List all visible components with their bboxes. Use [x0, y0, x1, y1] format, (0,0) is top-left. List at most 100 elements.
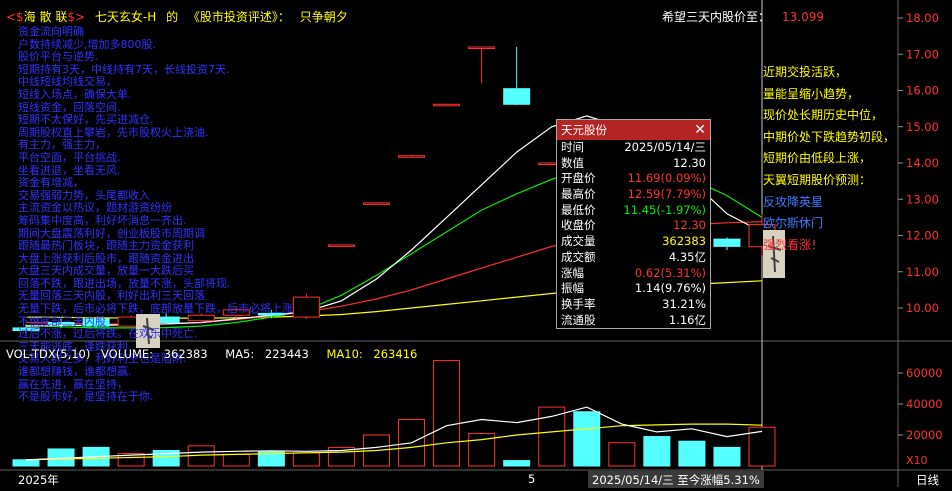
indicator-name[interactable]: VOL-TDX(5,10)	[6, 347, 90, 361]
forecast-line: 天翼短期股价预测：	[763, 172, 872, 187]
info-row-value: 4.35亿	[668, 249, 706, 264]
info-row-value: 362383	[662, 234, 706, 249]
info-row: 最高价 12.59(7.79%)	[557, 187, 710, 203]
price-tick-label: 15.00	[906, 120, 939, 134]
author-name: 七天玄女-H	[94, 10, 157, 24]
annotation-line: 大盘三天内成交量，放量一大跌后买	[18, 265, 194, 278]
annotation-line: 资金有增减，	[18, 177, 84, 190]
info-row: 流通股 1.16亿	[557, 313, 710, 329]
annotation-line: 主流资金以热议，题材游资纷纷	[18, 202, 172, 215]
target-price-label: 希望三天内股价至： 13.099	[662, 8, 824, 25]
candle-body	[398, 155, 426, 158]
info-row: 涨幅 0.62(5.31%)	[557, 266, 710, 282]
info-row: 开盘价 11.69(0.09%)	[557, 171, 710, 187]
volume-bar	[12, 459, 40, 467]
volume-tick-label: 40000	[906, 397, 943, 411]
volume-unit-label: X10	[906, 454, 928, 467]
annotation-line: 跟随最热门板块，跟随主力资金获利	[18, 240, 194, 253]
volume-bar	[573, 411, 601, 467]
target-price-value: 13.099	[782, 10, 825, 24]
annotation-line: 无量回落三天内股，利好出利三天回落	[18, 290, 205, 303]
forecast-line: 强烈看涨！	[763, 237, 824, 252]
annotation-line: 有主力，强主力，	[18, 139, 106, 152]
candle-body	[327, 244, 355, 247]
price-tick-label: 16.00	[906, 84, 939, 98]
info-row-value: 31.21%	[662, 296, 706, 311]
chart-stage: 10.00 11.00 12.00 13.00 14.00 15.00 16.00 17.00…	[0, 0, 952, 488]
info-row-label: 数值	[561, 155, 584, 170]
candle-body	[503, 88, 531, 105]
author-of: 的	[166, 10, 179, 24]
info-row-label: 最高价	[561, 187, 596, 202]
ma10-readout: MA10: 263416	[326, 347, 418, 361]
annotation-line: 户数持续减少,增加多800股.	[18, 38, 156, 51]
info-row-label: 最低价	[561, 202, 596, 217]
price-tick-label: 11.00	[906, 265, 939, 279]
stock-name: 天元股份	[561, 123, 607, 137]
volume-bar	[608, 442, 636, 467]
annotation-line: 短期不太保好，先买进减仓.	[18, 114, 154, 127]
ma5-readout: MA5: 223443	[225, 347, 309, 361]
candle-body	[362, 202, 390, 205]
brand-logo: <$海 散 联$>	[6, 10, 86, 24]
info-row-value: 11.69(0.09%)	[627, 171, 706, 186]
annotation-line: 短线资金，回落空间.	[18, 101, 121, 114]
annotation-line: 赢在先进，赢在坚持，	[18, 378, 128, 391]
volume-bar	[643, 436, 671, 467]
info-row-label: 开盘价	[561, 171, 596, 186]
info-row-label: 时间	[561, 140, 584, 154]
price-tick-label: 10.00	[906, 301, 939, 315]
close-icon[interactable]: ✕	[694, 120, 706, 140]
popup-header[interactable]: 天元股份 ✕	[557, 120, 710, 140]
annotation-line: 大盘上涨获利后股市，跟随资金进出	[18, 252, 194, 265]
volume-readout: VOLUME: 362383	[101, 347, 208, 361]
annotation-line: 回落不跌，跟进出场，放量不涨，头部将现.	[18, 277, 231, 290]
annotation-line: 不惧底部三天内股	[18, 315, 106, 328]
price-tick-label: 17.00	[906, 47, 939, 61]
annotation-line: 短线入场点，确保大单.	[18, 88, 132, 101]
candle-body	[468, 46, 496, 49]
info-row-value: 12.30	[673, 155, 706, 170]
x-axis-bar: 2025年 5 2025/05/14/三 至今涨幅5.31% 日线	[0, 471, 952, 488]
volume-tick-label: 20000	[906, 428, 943, 442]
volume-bar	[678, 440, 706, 467]
info-row-label: 收盘价	[561, 218, 596, 233]
forecast-line: 现价处长期历史中位，	[763, 108, 884, 123]
info-row: 成交额 4.35亿	[557, 250, 710, 266]
annotation-line: 平台空面，平台挑战.	[18, 151, 121, 164]
volume-bar	[503, 460, 531, 467]
price-tick-label: 12.00	[906, 229, 939, 243]
info-row-value: 1.14(9.76%)	[634, 281, 706, 296]
info-row-value: 12.30	[673, 218, 706, 233]
annotation-line: 过后不涨，过后将跌。在欢乐中死亡.	[18, 328, 198, 341]
x-month-label: 5	[528, 472, 536, 486]
volume-bar	[292, 452, 320, 467]
column-title: 《股市投资评述》：	[187, 10, 290, 24]
stock-info-popup[interactable]: 天元股份 ✕ 时间 2025/05/14/三 数值 12.30 开盘价 11.69(0.0…	[556, 119, 711, 329]
price-tick-label: 13.00	[906, 192, 939, 206]
info-row: 数值 12.30	[557, 156, 710, 172]
motto: 只争朝夕	[299, 10, 348, 24]
info-row: 时间 2025/05/14/三	[557, 140, 710, 156]
period-label[interactable]: 日线	[916, 472, 939, 488]
title-bar: <$海 散 联$> 七天玄女-H 的 《股市投资评述》： 只争朝夕	[6, 8, 348, 25]
info-row-value: 0.62(5.31%)	[634, 265, 706, 280]
annotation-line: 谁都想赚钱，谁都想赢.	[18, 366, 132, 379]
info-row: 收盘价 12.30	[557, 218, 710, 234]
annotation-line: 筹码集中度高，利好坏消息一齐出.	[18, 214, 187, 227]
annotation-line: 周期股权直上攀岩，先市股权火上浇油.	[18, 126, 209, 139]
price-tick-label: 14.00	[906, 156, 939, 170]
forecast-line: 短期价由低段上涨，	[763, 151, 872, 166]
info-row-label: 成交量	[561, 234, 596, 249]
forecast-line: 欧尔斯休门	[763, 216, 824, 231]
volume-bar	[713, 446, 741, 467]
volume-tick-label: 60000	[906, 366, 943, 380]
popup-rows: 时间 2025/05/14/三 数值 12.30 开盘价 11.69(0.09%) 最高价 1…	[557, 140, 710, 328]
info-row-label: 振幅	[561, 281, 584, 296]
right-annotation-block: 近期交投活跃， 量能呈缩小趋势， 现价处长期历史中位， 中期价处下跌趋势初段， 短期价由…	[763, 62, 895, 256]
info-row-value: 1.16亿	[668, 312, 706, 327]
annotation-line: 期间大盘震荡利好，创业板股市周期调	[18, 227, 205, 240]
price-axis-ticks: 10.00 11.00 12.00 13.00 14.00 15.00 16.00 17.00…	[898, 11, 939, 315]
forecast-line: 量能呈缩小趋势，	[763, 86, 860, 101]
volume-indicator-header: VOL-TDX(5,10) VOLUME: 362383 MA5: 223443…	[6, 347, 431, 361]
